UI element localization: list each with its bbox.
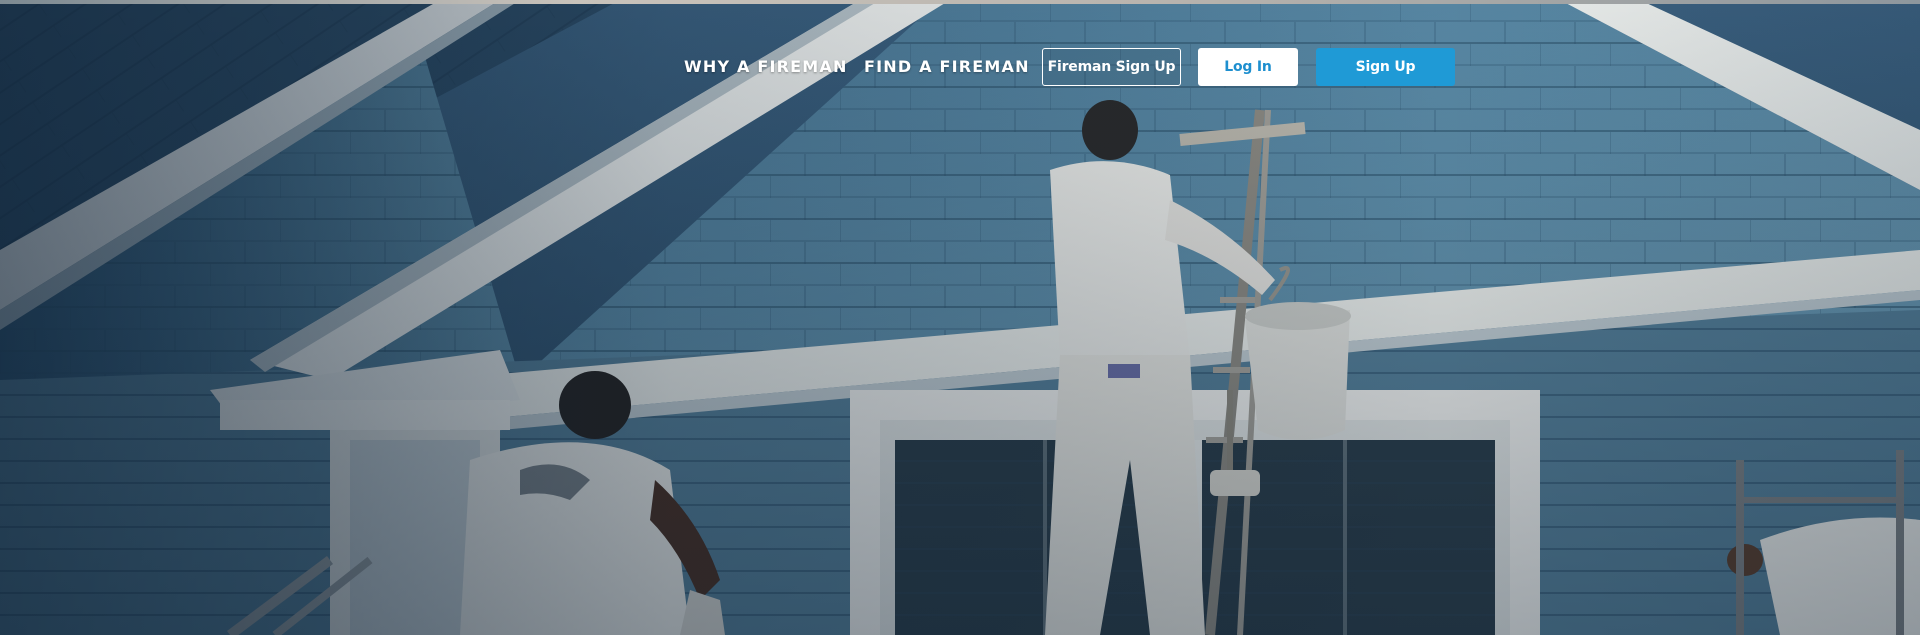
sign-up-button[interactable]: Sign Up	[1316, 48, 1455, 86]
hero-background-photo	[0, 0, 1920, 635]
top-strip	[0, 0, 1920, 4]
nav-link-why-a-fireman[interactable]: WHY A FIREMAN	[684, 48, 848, 86]
fireman-sign-up-button[interactable]: Fireman Sign Up	[1042, 48, 1181, 86]
top-navigation: WHY A FIREMAN FIND A FIREMAN Fireman Sig…	[0, 48, 1920, 86]
nav-link-find-a-fireman[interactable]: FIND A FIREMAN	[864, 48, 1030, 86]
log-in-button[interactable]: Log In	[1198, 48, 1298, 86]
hero-banner: WHY A FIREMAN FIND A FIREMAN Fireman Sig…	[0, 0, 1920, 635]
